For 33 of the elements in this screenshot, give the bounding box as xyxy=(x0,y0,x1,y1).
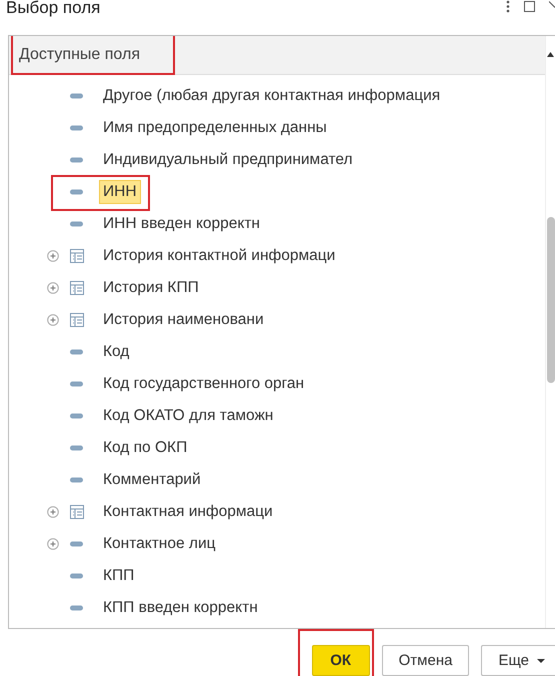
field-item[interactable]: Имя предопределенных данны xyxy=(99,116,331,140)
cancel-button[interactable]: Отмена xyxy=(382,645,470,676)
expand-icon[interactable] xyxy=(47,250,59,262)
field-item[interactable]: Код по ОКП xyxy=(99,436,192,460)
window-title: Выбор поля xyxy=(6,0,102,18)
field-item[interactable]: История КПП xyxy=(99,276,203,300)
header-label: Доступные поля xyxy=(19,46,140,64)
scroll-up-icon[interactable] xyxy=(547,52,554,57)
expand-icon[interactable] xyxy=(47,506,59,518)
field-item[interactable]: История контактной информаци xyxy=(99,244,340,268)
expand-icon[interactable] xyxy=(47,282,59,294)
field-item[interactable]: История наименовани xyxy=(99,308,268,332)
field-item[interactable]: Контактная информаци xyxy=(99,500,277,524)
field-item[interactable]: Код xyxy=(99,340,134,364)
maximize-icon[interactable] xyxy=(524,1,535,12)
field-item[interactable]: КПП xyxy=(99,564,138,588)
field-item[interactable]: ИНН введен корректн xyxy=(99,212,264,236)
field-item[interactable]: КПП введен корректн xyxy=(99,596,262,620)
field-item[interactable]: ИНН xyxy=(99,180,141,204)
more-icon[interactable] xyxy=(506,0,510,14)
expand-icon[interactable] xyxy=(47,314,59,326)
field-item[interactable]: Контактное лиц xyxy=(99,532,220,556)
expand-icon[interactable] xyxy=(47,538,59,550)
field-item[interactable]: Код ОКАТО для таможн xyxy=(99,404,278,428)
field-item[interactable]: Код государственного орган xyxy=(99,372,308,396)
scrollbar[interactable] xyxy=(545,36,555,628)
caret-icon xyxy=(537,658,545,662)
scroll-thumb[interactable] xyxy=(546,216,554,383)
field-item[interactable]: Другое (любая другая контактная информация xyxy=(99,84,444,108)
field-item[interactable]: Комментарий xyxy=(99,468,205,492)
more-button[interactable]: Еще xyxy=(481,645,555,676)
ok-button[interactable]: ОК xyxy=(312,645,370,676)
field-item[interactable]: Индивидуальный предпринимател xyxy=(99,148,357,172)
